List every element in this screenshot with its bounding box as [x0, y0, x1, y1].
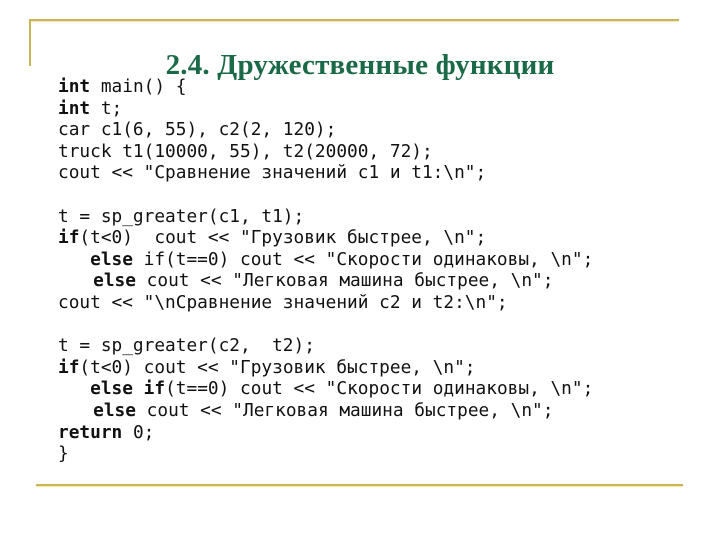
code-text: t = sp_greater(c2, t2); [58, 335, 315, 357]
code-text: cout << "Сравнение значений c1 и t1:\n"; [58, 162, 487, 184]
code-keyword: else [93, 399, 136, 421]
code-text: cout << "\nСравнение значений c2 и t2:\n… [58, 291, 508, 313]
code-line: else if(t==0) cout << "Скорости одинаков… [58, 378, 593, 400]
code-keyword: if [58, 356, 80, 378]
code-keyword: else [90, 378, 133, 400]
code-text: truck t1(10000, 55), t2(20000, 72); [58, 140, 433, 162]
code-text: (t<0) cout << "Грузовик быстрее, \n"; [79, 227, 487, 249]
code-block: int main() {int t; car c1(6, 55), c2(2, 1… [58, 76, 593, 465]
code-text: 0; [122, 421, 155, 443]
code-line: t = sp_greater(c1, t1); [58, 206, 593, 228]
code-text: main() { [90, 76, 187, 97]
code-text: (t==0) cout << "Скорости одинаковы, \n"; [165, 378, 594, 400]
code-keyword: else [90, 248, 133, 270]
code-line: int main() { [58, 76, 593, 98]
code-text: (t<0) cout << "Грузовик быстрее, \n"; [79, 356, 476, 378]
code-keyword: int [58, 97, 91, 119]
code-text: if(t==0) cout << "Скорости одинаковы, \n… [132, 248, 594, 270]
code-line: car c1(6, 55), c2(2, 120); [58, 119, 593, 141]
code-keyword: int [58, 76, 91, 97]
frame-bottom-rule [36, 484, 683, 486]
code-keyword: if [143, 378, 166, 400]
code-line: if(t<0) cout << "Грузовик быстрее, \n"; [58, 227, 593, 249]
code-line: return 0; [58, 422, 593, 444]
code-line: if(t<0) cout << "Грузовик быстрее, \n"; [58, 357, 593, 379]
code-text: t = sp_greater(c1, t1); [58, 205, 305, 227]
code-text: } [58, 443, 69, 465]
code-line: cout << "\nСравнение значений c2 и t2:\n… [58, 292, 593, 314]
code-line: int t; [58, 98, 593, 120]
code-line: } [58, 443, 593, 465]
frame-top-rule [29, 19, 679, 21]
code-line: else cout << "Легковая машина быстрее, \… [58, 400, 593, 422]
code-line: cout << "Сравнение значений c1 и t1:\n"; [58, 162, 593, 184]
code-line: truck t1(10000, 55), t2(20000, 72); [58, 141, 593, 163]
code-line: else cout << "Легковая машина быстрее, \… [58, 270, 593, 292]
code-keyword: return [58, 421, 123, 443]
code-text: cout << "Легковая машина быстрее, \n"; [135, 399, 554, 421]
code-line: t = sp_greater(c2, t2); [58, 335, 593, 357]
code-text: t; [90, 97, 123, 119]
code-line: else if(t==0) cout << "Скорости одинаков… [58, 249, 593, 271]
code-text: cout << "Легковая машина быстрее, \n"; [135, 270, 554, 292]
code-text: car c1(6, 55), c2(2, 120); [58, 119, 337, 141]
code-keyword: if [58, 227, 80, 249]
code-keyword: else [93, 270, 136, 292]
